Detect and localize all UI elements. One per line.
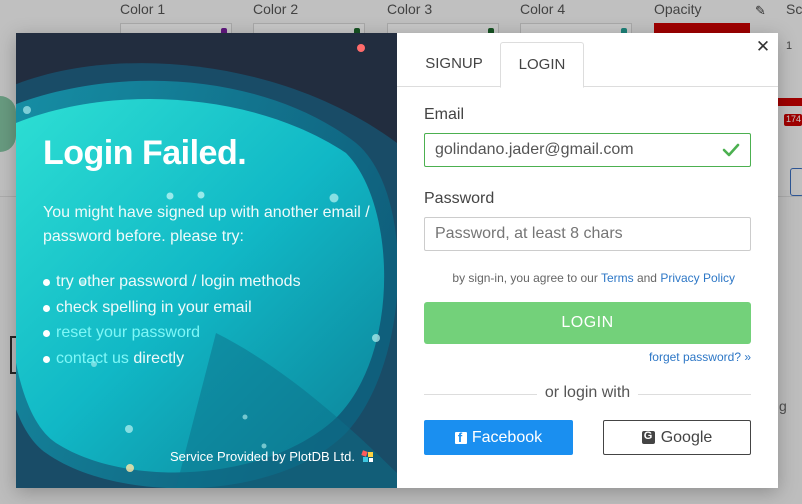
suggestion-text: try other password / login methods bbox=[56, 273, 301, 290]
suggestion-item: check spelling in your email bbox=[43, 295, 383, 321]
tab-signup[interactable]: SIGNUP bbox=[412, 42, 496, 87]
login-form: Email Password by sign-in, you agree to … bbox=[424, 105, 751, 455]
terms-link[interactable]: Terms bbox=[601, 271, 634, 285]
social-login-buttons: Facebook Google bbox=[424, 420, 751, 455]
login-failed-panel: Login Failed. You might have signed up w… bbox=[16, 33, 397, 488]
login-modal: Login Failed. You might have signed up w… bbox=[16, 33, 778, 488]
or-login-with-label: or login with bbox=[536, 384, 639, 401]
social-divider: or login with bbox=[424, 384, 751, 404]
email-field-wrap bbox=[424, 133, 751, 167]
password-label: Password bbox=[424, 190, 495, 207]
google-login-button[interactable]: Google bbox=[603, 420, 751, 455]
agreement-text: by sign-in, you agree to our Terms and P… bbox=[424, 271, 751, 285]
reset-password-link[interactable]: reset your password bbox=[56, 324, 200, 341]
facebook-button-label: Facebook bbox=[471, 428, 543, 446]
agreement-and: and bbox=[633, 271, 661, 285]
login-failed-title: Login Failed. bbox=[43, 134, 247, 172]
agreement-prefix: by sign-in, you agree to our bbox=[452, 271, 601, 285]
auth-tabs: SIGNUP LOGIN bbox=[397, 42, 778, 88]
suggestion-suffix: directly bbox=[128, 349, 185, 367]
password-field-wrap bbox=[424, 217, 751, 251]
suggestion-list: try other password / login methods check… bbox=[43, 269, 383, 371]
password-field[interactable] bbox=[424, 217, 751, 251]
tab-login[interactable]: LOGIN bbox=[500, 42, 584, 88]
suggestion-item: try other password / login methods bbox=[43, 269, 383, 295]
forget-password-link[interactable]: forget password? » bbox=[424, 350, 751, 364]
google-icon bbox=[641, 430, 655, 444]
contact-us-link[interactable]: contact us bbox=[56, 350, 129, 367]
email-label: Email bbox=[424, 106, 465, 123]
failure-message-block: Login Failed. You might have signed up w… bbox=[43, 133, 383, 371]
facebook-icon bbox=[454, 430, 467, 445]
email-field[interactable] bbox=[424, 133, 751, 167]
plotdb-logo-icon bbox=[361, 449, 373, 462]
google-button-label: Google bbox=[660, 428, 713, 446]
check-icon bbox=[722, 143, 740, 157]
suggestion-item: contact us directly bbox=[43, 346, 383, 372]
login-failed-description: You might have signed up with another em… bbox=[43, 204, 370, 245]
suggestion-text: check spelling in your email bbox=[56, 298, 252, 316]
service-credit: Service Provided by PlotDB Ltd. bbox=[170, 449, 375, 464]
privacy-policy-link[interactable]: Privacy Policy bbox=[660, 271, 735, 285]
suggestion-item: reset your password bbox=[43, 320, 383, 346]
login-form-panel: ✕ SIGNUP LOGIN Email Password by sign-in… bbox=[397, 33, 778, 488]
service-credit-text: Service Provided by PlotDB Ltd. bbox=[170, 449, 355, 464]
login-button[interactable]: LOGIN bbox=[424, 302, 751, 344]
facebook-login-button[interactable]: Facebook bbox=[424, 420, 573, 455]
